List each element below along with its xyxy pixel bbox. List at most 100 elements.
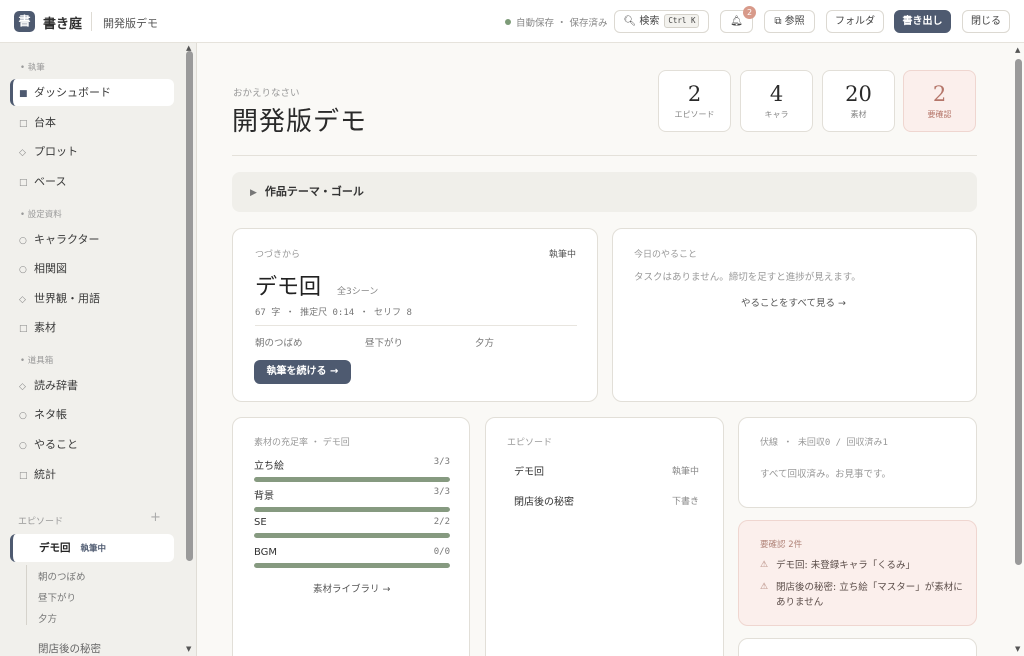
warnings-card: 要確認 2件 ⚠ デモ回: 未登録キャラ「くるみ」 ⚠ 閉店後の秘密: 立ち絵「マス… <box>738 520 977 626</box>
foreshadow-card: 伏線 ・ 未回収0 / 回収済み1 すべて回収済み。お見事です。 <box>738 417 977 508</box>
add-episode-button[interactable]: + <box>150 510 161 525</box>
material-count: 3/3 <box>433 457 450 467</box>
section-settings-label: 設定資料 <box>27 210 62 220</box>
episode-row[interactable]: 閉店後の秘密 下書き <box>514 493 699 508</box>
expand-triangle-icon: ▶ <box>250 188 257 198</box>
sidebar-item-label: 相関図 <box>34 262 67 275</box>
stat-materials[interactable]: 20 素材 <box>822 70 895 132</box>
search-button[interactable]: 🔍︎ 検索 Ctrl K <box>614 10 709 33</box>
scroll-down-icon[interactable]: ▼ <box>186 645 191 653</box>
header-divider <box>91 12 92 31</box>
warning-item[interactable]: ⚠ 閉店後の秘密: 立ち絵「マスター」が素材にありません <box>760 580 970 610</box>
main-scroll-up-icon[interactable]: ▲ <box>1015 46 1020 54</box>
folder-button[interactable]: フォルダ <box>826 10 884 33</box>
continue-scene-count: 全3シーン <box>337 287 379 297</box>
notification-button[interactable]: 🔔︎ 2 <box>720 6 756 33</box>
warning-icon: ⚠ <box>760 560 769 570</box>
sidebar-episode-2[interactable]: 閉店後の秘密 <box>38 641 101 656</box>
app-logo-icon[interactable]: 書 <box>14 11 35 32</box>
continue-scene-1[interactable]: 朝のつばめ <box>255 335 303 349</box>
sidebar-item-label: やること <box>34 438 78 451</box>
continue-scene-3[interactable]: 夕方 <box>475 335 494 349</box>
sidebar-item-label: 素材 <box>34 321 56 334</box>
sidebar-item-plot[interactable]: ◇ プロット <box>10 138 174 165</box>
sidebar-scroll-thumb[interactable] <box>186 51 193 561</box>
material-library-link[interactable]: 素材ライブラリ → <box>313 581 390 595</box>
scene-rail <box>26 565 27 625</box>
sidebar-item-stats[interactable]: □ 統計 <box>10 461 174 488</box>
main-scroll-thumb[interactable] <box>1015 59 1022 565</box>
continue-status: 執筆中 <box>548 250 576 260</box>
material-name: 立ち絵 <box>254 461 284 472</box>
episode-title: 閉店後の秘密 <box>514 497 574 508</box>
close-button[interactable]: 閉じる <box>962 10 1010 33</box>
top-bar: 書 書き庭 開発版デモ 自動保存 ・ 保存済み 🔍︎ 検索 Ctrl K 🔔︎ 2 … <box>0 0 1024 43</box>
episode-row[interactable]: デモ回 執筆中 <box>514 463 699 478</box>
copy-icon: ⧉ <box>774 16 782 27</box>
material-row: BGM 0/0 <box>254 547 450 568</box>
warning-text: デモ回: 未登録キャラ「くるみ」 <box>776 560 916 571</box>
sidebar-item-notes[interactable]: ○ ネタ帳 <box>10 401 174 428</box>
episode-title: デモ回 <box>39 542 71 554</box>
sidebar-scene-2[interactable]: 昼下がり <box>38 590 76 604</box>
sidebar-item-label: 統計 <box>34 468 56 481</box>
theme-goal-label: 作品テーマ・ゴール <box>264 185 364 198</box>
continue-writing-button[interactable]: 執筆を続ける → <box>254 360 351 384</box>
material-progress-fill <box>254 563 450 568</box>
warnings-label: 要確認 2件 <box>760 540 803 550</box>
sidebar-item-script[interactable]: □ 台本 <box>10 109 174 136</box>
page-title: 開発版デモ <box>232 107 368 137</box>
stat-needs-review[interactable]: 2 要確認 <box>903 70 976 132</box>
sidebar-item-todo[interactable]: ○ やること <box>10 431 174 458</box>
app-name: 書き庭 <box>43 17 83 32</box>
main-scroll-down-icon[interactable]: ▼ <box>1015 645 1020 653</box>
episode-status: 下書き <box>671 497 699 507</box>
stat-label: 素材 <box>850 110 867 119</box>
sidebar-item-base[interactable]: □ ベース <box>10 168 174 195</box>
bell-icon: 🔔︎ <box>730 16 743 27</box>
sidebar-item-dashboard[interactable]: ■ ダッシュボード <box>10 79 174 106</box>
theme-goal-toggle[interactable]: ▶ 作品テーマ・ゴール <box>232 172 977 212</box>
stat-label: キャラ <box>764 110 789 119</box>
autosave-text: 自動保存 ・ 保存済み <box>516 18 608 29</box>
continue-card: つづきから 執筆中 デモ回 全3シーン 67 字 ・ 推定尺 0:14 ・ セリ… <box>232 228 598 402</box>
episodes-heading: エピソード <box>18 517 64 527</box>
sidebar-item-characters[interactable]: ○ キャラクター <box>10 226 174 253</box>
diamond-icon: ◇ <box>19 295 26 305</box>
episodes-label: エピソード <box>507 438 553 448</box>
sidebar-item-world[interactable]: ◇ 世界観・用語 <box>10 285 174 312</box>
sidebar-episode-active[interactable]: デモ回 執筆中 <box>10 534 174 562</box>
continue-divider <box>255 325 577 326</box>
search-shortcut: Ctrl K <box>664 14 700 28</box>
stat-value: 20 <box>845 82 872 106</box>
material-progress <box>254 563 450 568</box>
material-progress <box>254 477 450 482</box>
sidebar-item-relations[interactable]: ○ 相関図 <box>10 255 174 282</box>
continue-scene-2[interactable]: 昼下がり <box>365 335 403 349</box>
view-all-todo-link[interactable]: やることをすべて見る → <box>741 295 846 309</box>
autosave-status: 自動保存 ・ 保存済み <box>505 15 608 29</box>
sidebar-item-label: キャラクター <box>34 233 100 246</box>
section-tools-label: 道具箱 <box>27 356 54 366</box>
reference-button[interactable]: ⧉ 参照 <box>764 10 815 33</box>
material-progress-fill <box>254 477 450 482</box>
section-tools: • 道具箱 <box>20 356 54 366</box>
sidebar-item-materials[interactable]: □ 素材 <box>10 314 174 341</box>
sidebar-item-label: 台本 <box>34 116 56 129</box>
square-icon: □ <box>19 471 28 481</box>
warning-item[interactable]: ⚠ デモ回: 未登録キャラ「くるみ」 <box>760 558 970 573</box>
stat-value: 2 <box>932 82 947 106</box>
warning-text: 閉店後の秘密: 立ち絵「マスター」が素材にありません <box>776 582 963 608</box>
sidebar-scene-1[interactable]: 朝のつぼめ <box>38 569 86 583</box>
stat-episodes[interactable]: 2 エピソード <box>658 70 731 132</box>
material-count: 2/2 <box>433 517 450 527</box>
sidebar-item-dictionary[interactable]: ◇ 読み辞書 <box>10 372 174 399</box>
episode-status: 執筆中 <box>80 544 107 554</box>
stat-characters[interactable]: 4 キャラ <box>740 70 813 132</box>
square-icon: □ <box>19 178 28 188</box>
material-row: 立ち絵 3/3 <box>254 457 450 482</box>
continue-label: つづきから <box>255 250 301 260</box>
sidebar-scene-3[interactable]: 夕方 <box>38 611 57 625</box>
export-button[interactable]: 書き出し <box>894 10 951 33</box>
main-content: おかえりなさい 開発版デモ 2 エピソード 4 キャラ 20 素材 2 要確認 ▶ 作品テ… <box>197 43 1024 656</box>
